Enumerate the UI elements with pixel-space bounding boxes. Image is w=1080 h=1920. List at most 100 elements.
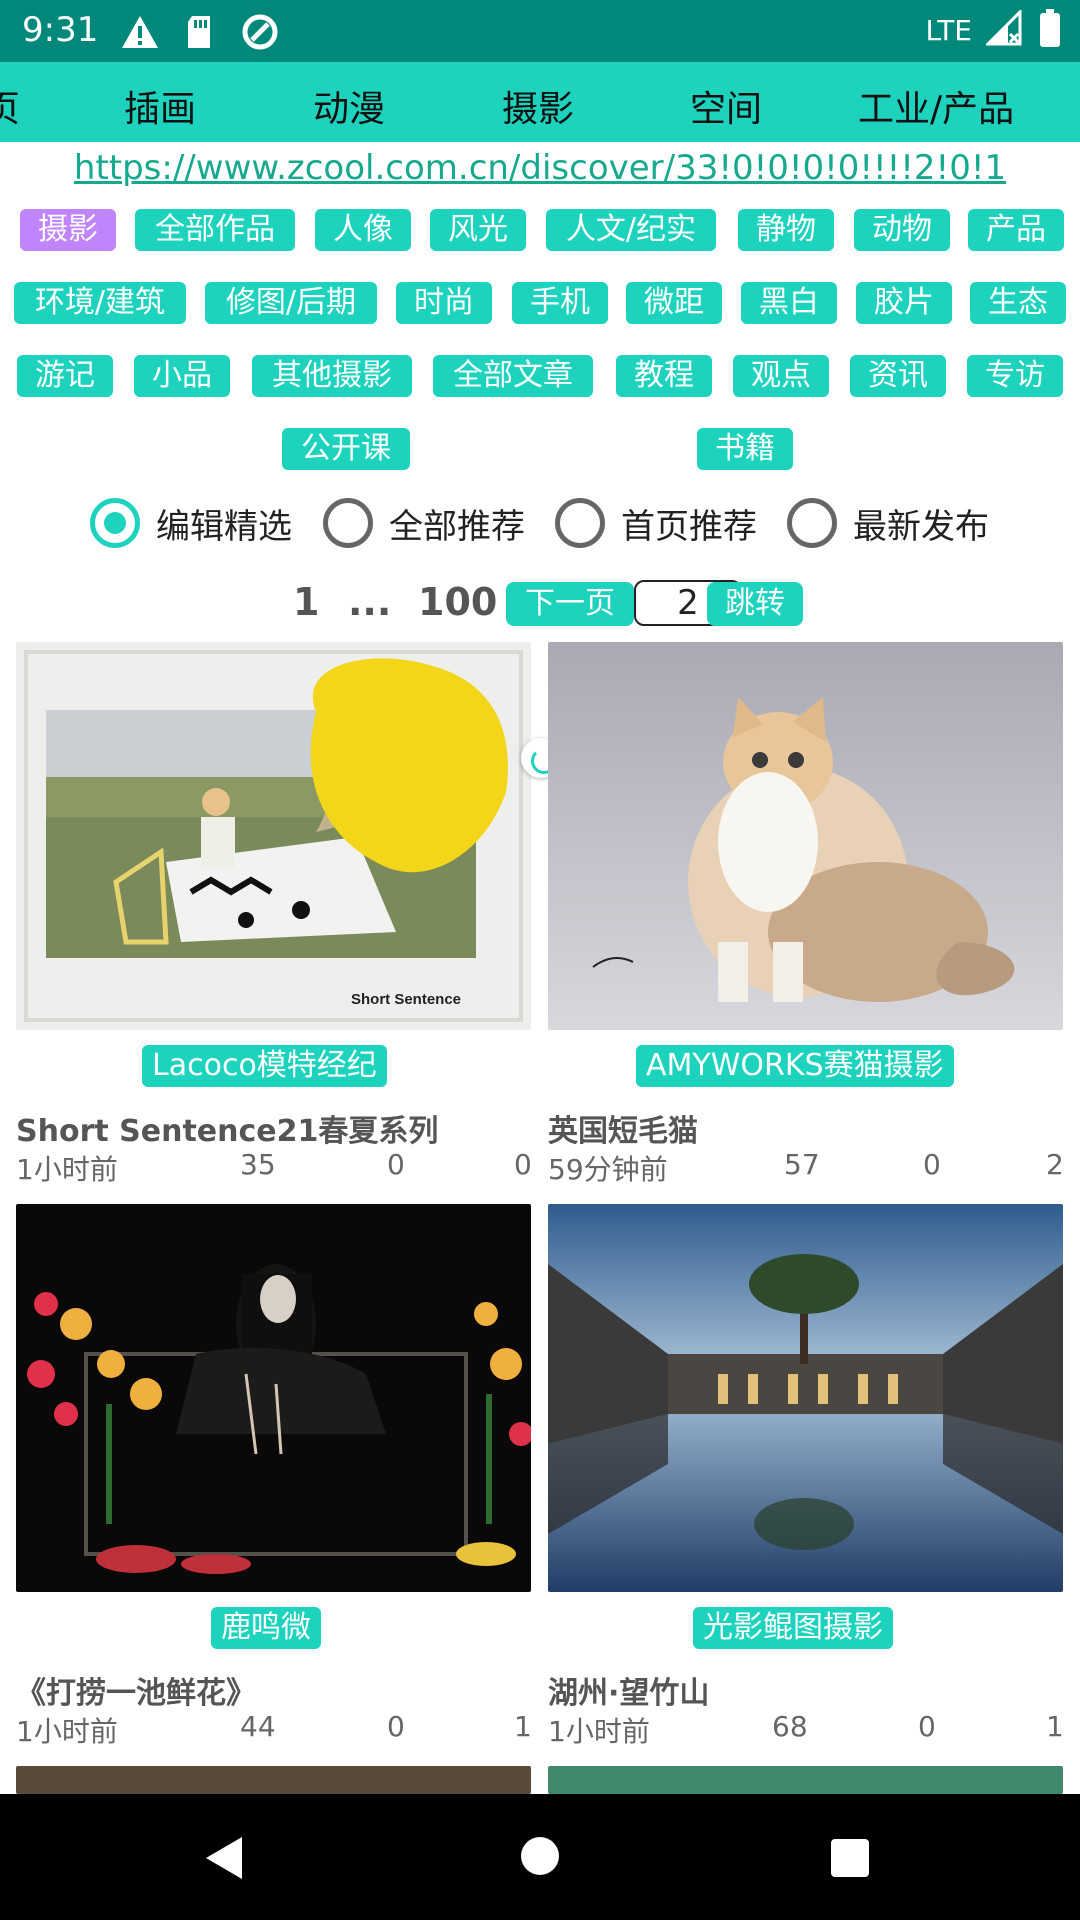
chip-other-photography[interactable]: 其他摄影 [252, 355, 412, 397]
chip-film[interactable]: 胶片 [856, 282, 952, 324]
chip-product[interactable]: 产品 [968, 209, 1064, 251]
chip-black-white[interactable]: 黑白 [741, 282, 837, 324]
data-saver-icon [240, 12, 280, 52]
author-chip[interactable]: Lacoco模特经纪 [142, 1045, 387, 1087]
comment-count: 0 [387, 1148, 405, 1181]
page-ellipsis: ... [348, 580, 392, 624]
radio-label: 编辑精选 [156, 506, 292, 547]
warning-icon [120, 12, 160, 52]
status-right: LTE [925, 8, 1060, 50]
page-first[interactable]: 1 [293, 580, 319, 624]
chip-all-articles[interactable]: 全部文章 [433, 355, 593, 397]
comment-count: 0 [918, 1710, 936, 1743]
radio-latest[interactable]: 最新发布 [787, 498, 989, 548]
chip-interviews[interactable]: 专访 [967, 355, 1063, 397]
chip-documentary[interactable]: 人文/纪实 [546, 209, 716, 251]
chip-all-works[interactable]: 全部作品 [135, 209, 295, 251]
work-thumbnail[interactable] [548, 1204, 1063, 1592]
sd-card-icon [180, 12, 220, 52]
radio-label: 最新发布 [853, 506, 989, 547]
work-thumbnail[interactable]: Short Sentence [16, 642, 531, 1030]
chip-mobile[interactable]: 手机 [512, 282, 608, 324]
jump-button[interactable]: 跳转 [707, 582, 803, 626]
work-card-partial[interactable] [16, 1766, 531, 1794]
pagination: 1 ... 100 下一页 2 跳转 [0, 580, 1080, 630]
page-last[interactable]: 100 [418, 580, 497, 624]
network-type: LTE [925, 13, 972, 47]
svg-text:Short Sentence: Short Sentence [351, 991, 461, 1008]
signal-icon [984, 8, 1026, 50]
chip-fashion[interactable]: 时尚 [396, 282, 492, 324]
author-chip[interactable]: AMYWORKS赛猫摄影 [636, 1045, 954, 1087]
sort-radio-group: 编辑精选 全部推荐 首页推荐 最新发布 [90, 498, 1050, 558]
publish-time: 1小时前 [548, 1715, 650, 1748]
card-meta: 1小时前 68 0 1 [548, 1710, 1064, 1748]
radio-circle[interactable] [323, 498, 373, 548]
radio-circle[interactable] [90, 498, 140, 548]
chip-portrait[interactable]: 人像 [315, 209, 411, 251]
status-time: 9:31 [22, 10, 99, 50]
system-nav-bar [0, 1794, 1080, 1920]
next-page-button[interactable]: 下一页 [506, 582, 634, 626]
tab-illustration[interactable]: 插画 [124, 80, 196, 132]
tab-photography[interactable]: 摄影 [502, 80, 574, 132]
status-bar: 9:31 LTE [0, 0, 1080, 62]
chip-architecture[interactable]: 环境/建筑 [14, 282, 186, 324]
like-count: 1 [1046, 1710, 1064, 1743]
publish-time: 1小时前 [16, 1715, 118, 1748]
author-chip[interactable]: 鹿鸣微 [211, 1607, 321, 1649]
chip-books[interactable]: 书籍 [697, 428, 793, 470]
card-title[interactable]: 湖州·望竹山 [548, 1668, 709, 1712]
radio-circle[interactable] [787, 498, 837, 548]
work-card[interactable]: 光影鲲图摄影 湖州·望竹山 1小时前 68 0 1 [548, 1204, 1064, 1749]
work-thumbnail[interactable] [16, 1766, 531, 1794]
chip-retouching[interactable]: 修图/后期 [205, 282, 377, 324]
chip-opinions[interactable]: 观点 [733, 355, 829, 397]
radio-editor-picks[interactable]: 编辑精选 [90, 498, 292, 548]
chip-landscape[interactable]: 风光 [430, 209, 526, 251]
like-count: 0 [514, 1148, 532, 1181]
back-icon[interactable] [206, 1837, 242, 1879]
author-chip[interactable]: 光影鲲图摄影 [693, 1607, 893, 1649]
work-card-partial[interactable] [548, 1766, 1063, 1794]
view-count: 68 [772, 1710, 808, 1743]
card-title[interactable]: 英国短毛猫 [548, 1106, 698, 1150]
work-thumbnail[interactable] [548, 1766, 1063, 1794]
radio-homepage-recommended[interactable]: 首页推荐 [555, 498, 757, 548]
work-card[interactable]: AMYWORKS赛猫摄影 英国短毛猫 59分钟前 57 0 2 [548, 642, 1064, 1187]
tab-industrial-product[interactable]: 工业/产品 [858, 80, 1014, 132]
radio-label: 首页推荐 [621, 506, 757, 547]
chip-open-course[interactable]: 公开课 [282, 428, 410, 470]
chip-ecology[interactable]: 生态 [970, 282, 1066, 324]
radio-label: 全部推荐 [389, 506, 525, 547]
view-count: 57 [784, 1148, 820, 1181]
source-url-link[interactable]: https://www.zcool.com.cn/discover/33!0!0… [0, 148, 1080, 188]
publish-time: 59分钟前 [548, 1153, 668, 1186]
tab-home-partial[interactable]: 页 [0, 80, 20, 132]
view-count: 35 [240, 1148, 276, 1181]
card-title[interactable]: 《打捞一池鲜花》 [16, 1668, 256, 1712]
radio-circle[interactable] [555, 498, 605, 548]
chip-photography[interactable]: 摄影 [20, 209, 116, 251]
radio-all-recommended[interactable]: 全部推荐 [323, 498, 525, 548]
comment-count: 0 [923, 1148, 941, 1181]
chip-travel[interactable]: 游记 [17, 355, 113, 397]
chip-animals[interactable]: 动物 [854, 209, 950, 251]
work-thumbnail[interactable] [548, 642, 1063, 1030]
tab-space[interactable]: 空间 [690, 80, 762, 132]
chip-still-life[interactable]: 静物 [738, 209, 834, 251]
recents-icon[interactable] [831, 1839, 869, 1877]
tab-anime[interactable]: 动漫 [313, 80, 385, 132]
chip-sketch[interactable]: 小品 [134, 355, 230, 397]
card-title[interactable]: Short Sentence21春夏系列 [16, 1106, 438, 1150]
chip-tutorials[interactable]: 教程 [616, 355, 712, 397]
work-thumbnail[interactable] [16, 1204, 531, 1592]
chip-macro[interactable]: 微距 [626, 282, 722, 324]
work-card[interactable]: Short Sentence Lacoco模特经纪 Short Sentence… [16, 642, 532, 1187]
card-meta: 1小时前 44 0 1 [16, 1710, 532, 1748]
work-card[interactable]: 鹿鸣微 《打捞一池鲜花》 1小时前 44 0 1 [16, 1204, 532, 1749]
chip-news[interactable]: 资讯 [850, 355, 946, 397]
home-icon[interactable] [521, 1837, 559, 1875]
view-count: 44 [240, 1710, 276, 1743]
category-tab-bar: 页 插画 动漫 摄影 空间 工业/产品 [0, 62, 1080, 142]
